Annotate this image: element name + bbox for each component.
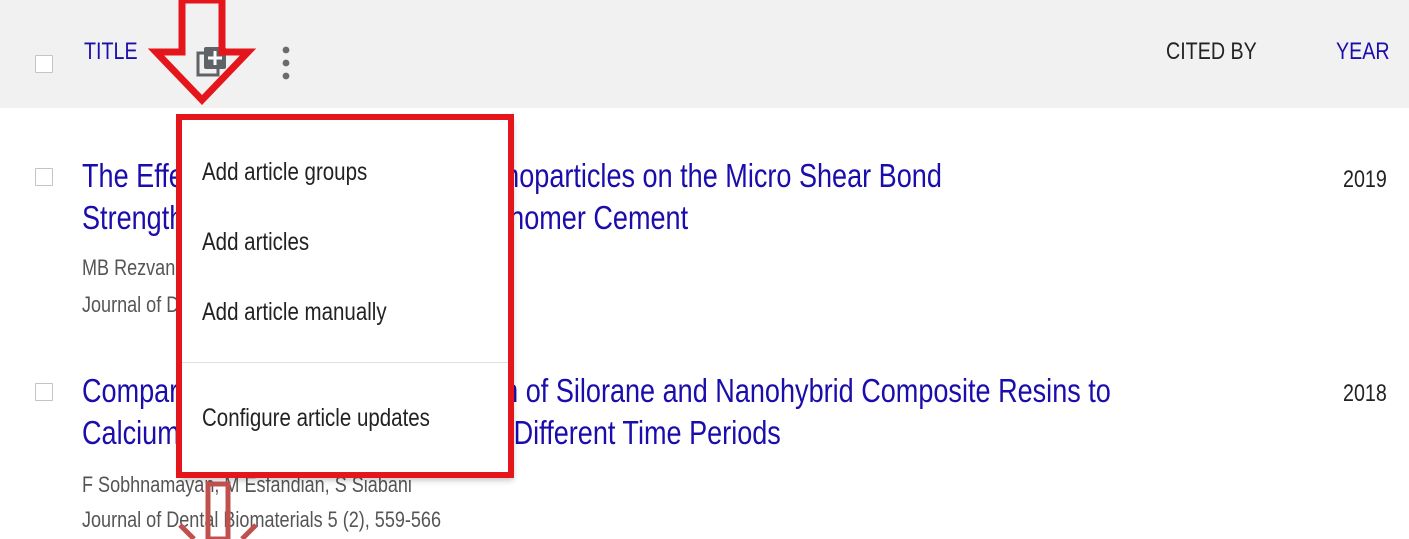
year-column-header[interactable]: YEAR	[1336, 40, 1401, 64]
menu-item-add-article-manually[interactable]: Add article manually	[202, 300, 427, 325]
add-articles-menu: Add article groups Add articles Add arti…	[180, 118, 513, 478]
menu-divider	[180, 362, 513, 363]
row-checkbox[interactable]	[35, 383, 53, 401]
article-year: 2019	[1343, 166, 1387, 193]
article-journal: Journal of Dental Biomaterials 5 (2), 55…	[82, 507, 441, 532]
menu-item-add-article-groups[interactable]: Add article groups	[202, 160, 404, 185]
library-add-icon[interactable]	[195, 44, 229, 83]
select-all-checkbox[interactable]	[35, 55, 53, 73]
row-checkbox[interactable]	[35, 168, 53, 186]
title-column-header[interactable]: TITLE	[84, 40, 149, 64]
menu-item-add-articles[interactable]: Add articles	[202, 230, 333, 255]
cited-by-column-header[interactable]: CITED BY	[1166, 40, 1277, 64]
article-year: 2018	[1343, 380, 1387, 407]
more-vertical-icon[interactable]	[280, 44, 292, 89]
table-header: TITLE CITED BY YEAR	[0, 0, 1409, 108]
menu-item-configure-article-updates[interactable]: Configure article updates	[202, 406, 480, 431]
